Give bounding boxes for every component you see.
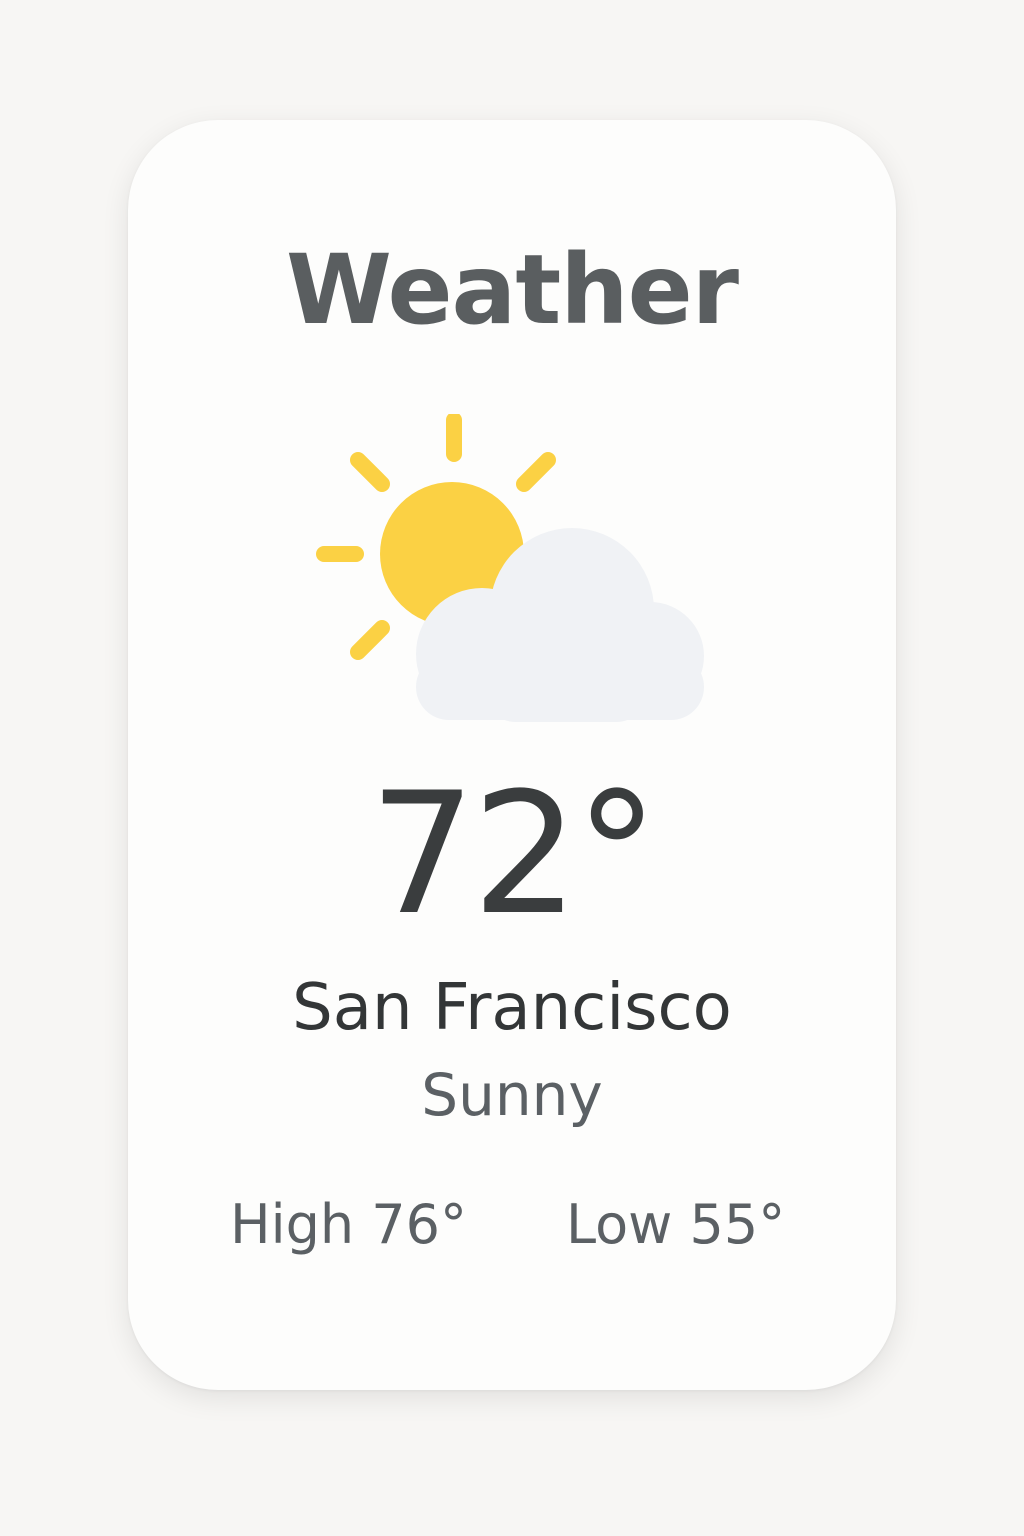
low-temperature: Low 55° <box>566 1193 786 1256</box>
current-temperature: 72° <box>369 756 659 952</box>
card-title: Weather <box>285 234 739 346</box>
weather-card: Weather 72° San Francisco Sunny High 76°… <box>128 120 896 1390</box>
high-temperature: High 76° <box>230 1193 467 1256</box>
partly-sunny-icon <box>316 414 704 722</box>
weather-condition: Sunny <box>421 1061 603 1129</box>
city-name: San Francisco <box>292 971 732 1045</box>
